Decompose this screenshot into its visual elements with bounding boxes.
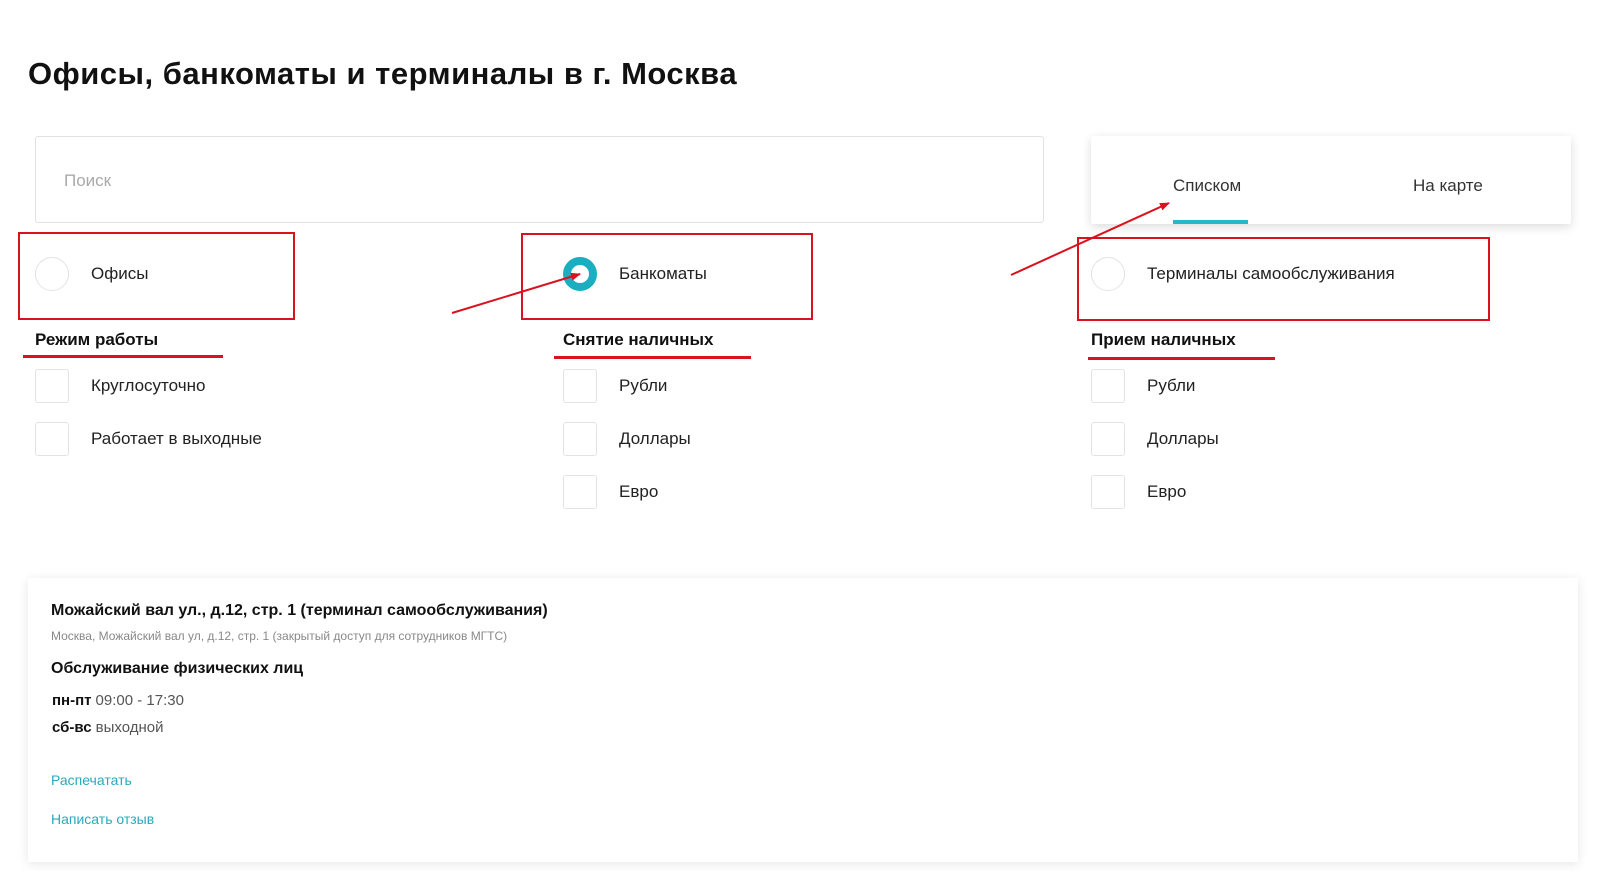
hours-time-weekdays: 09:00 - 17:30 — [95, 692, 184, 709]
search-input[interactable] — [64, 165, 964, 197]
active-tab-indicator — [1173, 220, 1248, 224]
checkbox-row-24h[interactable]: Круглосуточно — [35, 369, 205, 403]
filter-title-cash-withdrawal: Снятие наличных — [563, 330, 714, 349]
search-box[interactable] — [35, 136, 1044, 223]
hours-row-weekend: сб-вс выходной — [52, 719, 163, 736]
review-link[interactable]: Написать отзыв — [51, 811, 154, 827]
hours-days-weekend: сб-вс — [52, 719, 92, 736]
radio-offices[interactable]: Офисы — [35, 257, 148, 291]
checkbox-row-deposit-rub[interactable]: Рубли — [1091, 369, 1195, 403]
checkbox-weekends[interactable] — [35, 422, 69, 456]
radio-terminals-label: Терминалы самообслуживания — [1147, 264, 1395, 283]
view-toggle: Списком На карте — [1091, 136, 1571, 224]
radio-terminals-circle[interactable] — [1091, 257, 1125, 291]
result-title: Можайский вал ул., д.12, стр. 1 (термина… — [51, 602, 548, 619]
tab-map[interactable]: На карте — [1413, 176, 1483, 196]
checkbox-deposit-usd-label: Доллары — [1147, 429, 1219, 448]
radio-offices-label: Офисы — [91, 264, 149, 283]
checkbox-row-deposit-usd[interactable]: Доллары — [1091, 422, 1219, 456]
checkbox-withdraw-rub-label: Рубли — [619, 376, 668, 395]
checkbox-row-deposit-eur[interactable]: Евро — [1091, 475, 1186, 509]
annotation-underline-work-mode — [23, 355, 223, 358]
checkbox-row-weekends[interactable]: Работает в выходные — [35, 422, 262, 456]
checkbox-deposit-usd[interactable] — [1091, 422, 1125, 456]
checkbox-row-withdraw-rub[interactable]: Рубли — [563, 369, 667, 403]
checkbox-deposit-eur-label: Евро — [1147, 482, 1187, 501]
filter-title-cash-deposit: Прием наличных — [1091, 330, 1236, 349]
result-card: Можайский вал ул., д.12, стр. 1 (термина… — [28, 578, 1578, 862]
checkbox-deposit-rub-label: Рубли — [1147, 376, 1196, 395]
checkbox-withdraw-eur[interactable] — [563, 475, 597, 509]
checkbox-withdraw-usd[interactable] — [563, 422, 597, 456]
radio-terminals[interactable]: Терминалы самообслуживания — [1091, 257, 1395, 291]
radio-offices-circle[interactable] — [35, 257, 69, 291]
tab-list[interactable]: Списком — [1173, 176, 1241, 196]
radio-atms-circle[interactable] — [563, 257, 597, 291]
checkbox-withdraw-usd-label: Доллары — [619, 429, 691, 448]
checkbox-row-withdraw-eur[interactable]: Евро — [563, 475, 658, 509]
hours-row-weekdays: пн-пт 09:00 - 17:30 — [52, 692, 184, 709]
checkbox-deposit-rub[interactable] — [1091, 369, 1125, 403]
annotation-arrow-to-atms — [451, 272, 581, 314]
radio-atms[interactable]: Банкоматы — [563, 257, 707, 291]
checkbox-weekends-label: Работает в выходные — [91, 429, 262, 448]
radio-atms-label: Банкоматы — [619, 264, 707, 283]
page-title: Офисы, банкоматы и терминалы в г. Москва — [28, 56, 738, 91]
annotation-underline-cash-deposit — [1088, 357, 1275, 360]
result-address: Москва, Можайский вал ул, д.12, стр. 1 (… — [51, 629, 508, 643]
checkbox-24h[interactable] — [35, 369, 69, 403]
checkbox-24h-label: Круглосуточно — [91, 376, 206, 395]
checkbox-deposit-eur[interactable] — [1091, 475, 1125, 509]
filter-title-work-mode: Режим работы — [35, 330, 159, 349]
checkbox-row-withdraw-usd[interactable]: Доллары — [563, 422, 691, 456]
hours-days-weekdays: пн-пт — [52, 692, 92, 709]
checkbox-withdraw-rub[interactable] — [563, 369, 597, 403]
print-link[interactable]: Распечатать — [51, 772, 132, 788]
annotation-underline-cash-withdrawal — [554, 356, 751, 359]
checkbox-withdraw-eur-label: Евро — [619, 482, 659, 501]
result-service-title: Обслуживание физических лиц — [51, 660, 304, 677]
hours-time-weekend: выходной — [95, 719, 164, 736]
